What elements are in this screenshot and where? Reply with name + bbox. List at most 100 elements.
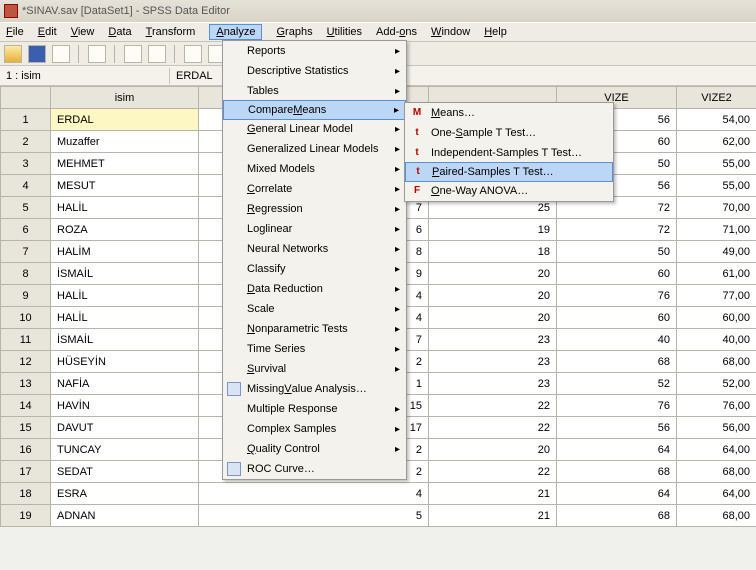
menu-edit[interactable]: Edit bbox=[38, 26, 57, 38]
compare-means-item[interactable]: tIndependent-Samples T Test… bbox=[405, 143, 613, 163]
menu-addons[interactable]: Add-ons bbox=[376, 26, 417, 38]
cell-vize2[interactable]: 64,00 bbox=[677, 483, 756, 505]
dialog-recall-icon[interactable] bbox=[88, 45, 106, 63]
cell-vize[interactable]: 60 bbox=[557, 307, 677, 329]
analyze-item[interactable]: Regression bbox=[223, 199, 406, 219]
row-header[interactable]: 6 bbox=[1, 219, 51, 241]
cell-isim[interactable]: TUNCAY bbox=[51, 439, 199, 461]
menu-utilities[interactable]: Utilities bbox=[327, 26, 362, 38]
cell-e[interactable]: 4 bbox=[199, 483, 429, 505]
cell-n1[interactable]: 21 bbox=[429, 505, 557, 527]
cell-isim[interactable]: İSMAİL bbox=[51, 263, 199, 285]
cell-isim[interactable]: Muzaffer bbox=[51, 131, 199, 153]
row-header[interactable]: 18 bbox=[1, 483, 51, 505]
cell-isim[interactable]: HALİL bbox=[51, 197, 199, 219]
analyze-item[interactable]: Data Reduction bbox=[223, 279, 406, 299]
analyze-item[interactable]: General Linear Model bbox=[223, 119, 406, 139]
cell-vize[interactable]: 40 bbox=[557, 329, 677, 351]
cell-isim[interactable]: HAVİN bbox=[51, 395, 199, 417]
cell-vize[interactable]: 64 bbox=[557, 439, 677, 461]
cell-isim[interactable]: HALİL bbox=[51, 307, 199, 329]
row-header[interactable]: 8 bbox=[1, 263, 51, 285]
cell-isim[interactable]: HALİL bbox=[51, 285, 199, 307]
cell-vize2[interactable]: 52,00 bbox=[677, 373, 756, 395]
cell-vize[interactable]: 50 bbox=[557, 241, 677, 263]
cell-vize2[interactable]: 68,00 bbox=[677, 505, 756, 527]
row-header[interactable]: 12 bbox=[1, 351, 51, 373]
cell-vize[interactable]: 68 bbox=[557, 351, 677, 373]
cell-n1[interactable]: 22 bbox=[429, 395, 557, 417]
cell-vize2[interactable]: 54,00 bbox=[677, 109, 756, 131]
analyze-item[interactable]: Neural Networks bbox=[223, 239, 406, 259]
analyze-item[interactable]: Classify bbox=[223, 259, 406, 279]
cell-vize[interactable]: 76 bbox=[557, 395, 677, 417]
row-header[interactable]: 4 bbox=[1, 175, 51, 197]
compare-means-item[interactable]: tOne-Sample T Test… bbox=[405, 123, 613, 143]
analyze-item[interactable]: Generalized Linear Models bbox=[223, 139, 406, 159]
cell-vize2[interactable]: 55,00 bbox=[677, 153, 756, 175]
redo-icon[interactable] bbox=[148, 45, 166, 63]
save-icon[interactable] bbox=[28, 45, 46, 63]
cell-vize[interactable]: 56 bbox=[557, 417, 677, 439]
cell-n1[interactable]: 22 bbox=[429, 461, 557, 483]
analyze-item[interactable]: Mixed Models bbox=[223, 159, 406, 179]
cell-vize2[interactable]: 71,00 bbox=[677, 219, 756, 241]
cell-isim[interactable]: SEDAT bbox=[51, 461, 199, 483]
analyze-item[interactable]: Quality Control bbox=[223, 439, 406, 459]
menu-window[interactable]: Window bbox=[431, 26, 470, 38]
cell-n1[interactable]: 19 bbox=[429, 219, 557, 241]
analyze-item[interactable]: Descriptive Statistics bbox=[223, 61, 406, 81]
row-header[interactable]: 13 bbox=[1, 373, 51, 395]
cell-isim[interactable]: ROZA bbox=[51, 219, 199, 241]
cell-vize2[interactable]: 64,00 bbox=[677, 439, 756, 461]
cell-n1[interactable]: 23 bbox=[429, 373, 557, 395]
cell-isim[interactable]: İSMAİL bbox=[51, 329, 199, 351]
row-header[interactable]: 7 bbox=[1, 241, 51, 263]
cell-vize2[interactable]: 77,00 bbox=[677, 285, 756, 307]
menu-analyze[interactable]: Analyze bbox=[209, 24, 262, 40]
cell-vize[interactable]: 68 bbox=[557, 505, 677, 527]
analyze-item[interactable]: Multiple Response bbox=[223, 399, 406, 419]
cell-vize2[interactable]: 55,00 bbox=[677, 175, 756, 197]
analyze-item[interactable]: Tables bbox=[223, 81, 406, 101]
cell-isim[interactable]: ERDAL bbox=[51, 109, 199, 131]
corner-header[interactable] bbox=[1, 87, 51, 109]
cell-vize[interactable]: 76 bbox=[557, 285, 677, 307]
row-header[interactable]: 16 bbox=[1, 439, 51, 461]
undo-icon[interactable] bbox=[124, 45, 142, 63]
cell-e[interactable]: 5 bbox=[199, 505, 429, 527]
cell-vize2[interactable]: 76,00 bbox=[677, 395, 756, 417]
cell-vize2[interactable]: 60,00 bbox=[677, 307, 756, 329]
cell-n1[interactable]: 20 bbox=[429, 285, 557, 307]
cell-isim[interactable]: NAFİA bbox=[51, 373, 199, 395]
cell-isim[interactable]: ADNAN bbox=[51, 505, 199, 527]
row-header[interactable]: 9 bbox=[1, 285, 51, 307]
cell-isim[interactable]: HÜSEYİN bbox=[51, 351, 199, 373]
row-header[interactable]: 5 bbox=[1, 197, 51, 219]
cell-vize2[interactable]: 68,00 bbox=[677, 351, 756, 373]
cell-vize2[interactable]: 61,00 bbox=[677, 263, 756, 285]
analyze-item[interactable]: Loglinear bbox=[223, 219, 406, 239]
row-header[interactable]: 11 bbox=[1, 329, 51, 351]
cell-isim[interactable]: HALİM bbox=[51, 241, 199, 263]
analyze-item[interactable]: Missing Value Analysis… bbox=[223, 379, 406, 399]
compare-means-item[interactable]: MMeans… bbox=[405, 103, 613, 123]
cell-vize2[interactable]: 62,00 bbox=[677, 131, 756, 153]
cell-vize[interactable]: 52 bbox=[557, 373, 677, 395]
cell-isim[interactable]: ESRA bbox=[51, 483, 199, 505]
row-header[interactable]: 3 bbox=[1, 153, 51, 175]
cell-n1[interactable]: 18 bbox=[429, 241, 557, 263]
analyze-item[interactable]: Nonparametric Tests bbox=[223, 319, 406, 339]
analyze-item[interactable]: Survival bbox=[223, 359, 406, 379]
analyze-item[interactable]: Correlate bbox=[223, 179, 406, 199]
goto-case-icon[interactable] bbox=[184, 45, 202, 63]
compare-means-item[interactable]: tPaired-Samples T Test… bbox=[405, 162, 613, 182]
cell-vize[interactable]: 68 bbox=[557, 461, 677, 483]
cell-n1[interactable]: 21 bbox=[429, 483, 557, 505]
cell-vize[interactable]: 60 bbox=[557, 263, 677, 285]
cell-isim[interactable]: MEHMET bbox=[51, 153, 199, 175]
menu-graphs[interactable]: Graphs bbox=[276, 26, 312, 38]
cell-n1[interactable]: 20 bbox=[429, 263, 557, 285]
analyze-item[interactable]: Complex Samples bbox=[223, 419, 406, 439]
cell-value[interactable]: ERDAL bbox=[170, 68, 219, 84]
